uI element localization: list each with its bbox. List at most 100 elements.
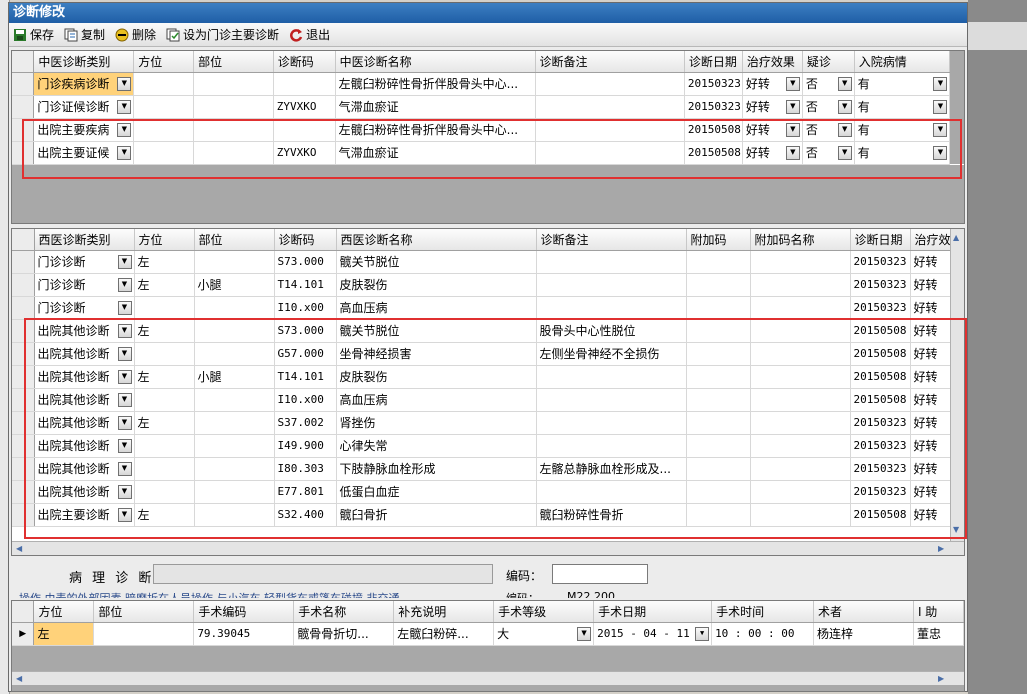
row-header[interactable] bbox=[12, 95, 35, 119]
western-name-cell[interactable]: 肾挫伤 bbox=[336, 411, 537, 435]
chevron-down-icon[interactable]: ▼ bbox=[837, 145, 852, 160]
table-row[interactable]: 出院主要证候 ▼ ZYVXKO 气滞血瘀证 20150508 好转 ▼ 否 ▼ 有 ▼ bbox=[12, 141, 964, 165]
tcm-name-cell[interactable]: 左髋臼粉碎性骨折伴股骨头中心... bbox=[335, 118, 536, 142]
row-header[interactable] bbox=[12, 342, 35, 366]
western-addcode-cell[interactable] bbox=[686, 319, 751, 343]
western-category-cell[interactable]: 出院其他诊断 ▼ bbox=[34, 457, 135, 481]
chevron-down-icon[interactable]: ▼ bbox=[117, 369, 132, 384]
table-row[interactable]: 出院其他诊断 ▼ 左 S37.002 肾挫伤 20150323 好转 bbox=[12, 411, 953, 435]
pathology-input[interactable] bbox=[153, 564, 493, 584]
western-site-cell[interactable] bbox=[194, 503, 275, 527]
tcm-admission-cell[interactable]: 有 ▼ bbox=[854, 118, 951, 142]
western-vertical-scrollbar[interactable]: ▲ ▼ bbox=[950, 229, 964, 541]
western-addcode-cell[interactable] bbox=[686, 434, 751, 458]
row-header[interactable] bbox=[12, 72, 35, 96]
tcm-effect-cell[interactable]: 好转 ▼ bbox=[742, 95, 803, 119]
western-addname-cell[interactable] bbox=[750, 388, 851, 412]
chevron-down-icon[interactable]: ▼ bbox=[785, 145, 800, 160]
western-name-cell[interactable]: 皮肤裂伤 bbox=[336, 365, 537, 389]
western-col-position[interactable]: 方位 bbox=[134, 229, 195, 251]
tcm-suspect-cell[interactable]: 否 ▼ bbox=[802, 141, 855, 165]
chevron-down-icon[interactable]: ▼ bbox=[837, 99, 852, 114]
western-col-addname[interactable]: 附加码名称 bbox=[750, 229, 851, 251]
western-col-addcode[interactable]: 附加码 bbox=[686, 229, 751, 251]
chevron-down-icon[interactable]: ▼ bbox=[117, 323, 132, 338]
table-row[interactable]: 门诊诊断 ▼ 左小腿 T14.101 皮肤裂伤 20150323 好转 bbox=[12, 273, 953, 297]
western-code-cell[interactable]: S73.000 bbox=[274, 319, 337, 343]
tcm-remark-cell[interactable] bbox=[535, 95, 685, 119]
western-position-cell[interactable]: 左 bbox=[134, 411, 195, 435]
western-col-name[interactable]: 西医诊断名称 bbox=[336, 229, 537, 251]
tcm-name-cell[interactable]: 气滞血瘀证 bbox=[335, 95, 536, 119]
western-effect-cell[interactable]: 好转 bbox=[910, 365, 953, 389]
scroll-right-icon[interactable]: ▶ bbox=[938, 674, 944, 683]
western-addname-cell[interactable] bbox=[750, 365, 851, 389]
western-remark-cell[interactable]: 股骨头中心性脱位 bbox=[536, 319, 687, 343]
tcm-col-date[interactable]: 诊断日期 bbox=[684, 51, 743, 73]
western-date-cell[interactable]: 20150508 bbox=[850, 388, 911, 412]
western-category-cell[interactable]: 出院其他诊断 ▼ bbox=[34, 365, 135, 389]
tcm-col-name[interactable]: 中医诊断名称 bbox=[335, 51, 536, 73]
western-effect-cell[interactable]: 好转 bbox=[910, 319, 953, 343]
tcm-suspect-cell[interactable]: 否 ▼ bbox=[802, 72, 855, 96]
western-remark-cell[interactable]: 左髂总静脉血栓形成及... bbox=[536, 457, 687, 481]
western-effect-cell[interactable]: 好转 bbox=[910, 273, 953, 297]
western-addcode-cell[interactable] bbox=[686, 365, 751, 389]
surgery-col-surgeon[interactable]: 术者 bbox=[813, 601, 914, 623]
western-date-cell[interactable]: 20150508 bbox=[850, 342, 911, 366]
surgery-level-cell[interactable]: 大 ▼ bbox=[493, 622, 595, 646]
surgery-note-cell[interactable]: 左髋臼粉碎... bbox=[393, 622, 495, 646]
western-addcode-cell[interactable] bbox=[686, 480, 751, 504]
save-button[interactable]: 保存 bbox=[13, 26, 54, 43]
tcm-effect-cell[interactable]: 好转 ▼ bbox=[742, 72, 803, 96]
western-addname-cell[interactable] bbox=[750, 250, 851, 274]
western-date-cell[interactable]: 20150323 bbox=[850, 480, 911, 504]
chevron-down-icon[interactable]: ▼ bbox=[117, 507, 132, 522]
table-row[interactable]: 门诊证候诊断 ▼ ZYVXKO 气滞血瘀证 20150323 好转 ▼ 否 ▼ 有 ▼ bbox=[12, 95, 964, 119]
tcm-col-suspect[interactable]: 疑诊 bbox=[802, 51, 855, 73]
chevron-down-icon[interactable]: ▼ bbox=[117, 99, 132, 114]
row-header[interactable] bbox=[12, 388, 35, 412]
western-position-cell[interactable] bbox=[134, 388, 195, 412]
western-remark-cell[interactable] bbox=[536, 388, 687, 412]
western-code-cell[interactable]: T14.101 bbox=[274, 273, 337, 297]
western-col-category[interactable]: 西医诊断类别 bbox=[34, 229, 135, 251]
tcm-date-cell[interactable]: 20150323 bbox=[684, 72, 743, 96]
western-code-cell[interactable]: I10.x00 bbox=[274, 296, 337, 320]
western-addname-cell[interactable] bbox=[750, 319, 851, 343]
tcm-position-cell[interactable] bbox=[133, 72, 195, 96]
western-category-cell[interactable]: 出院其他诊断 ▼ bbox=[34, 480, 135, 504]
tcm-suspect-cell[interactable]: 否 ▼ bbox=[802, 95, 855, 119]
table-row[interactable]: 出院其他诊断 ▼ 左 S73.000 髋关节脱位 股骨头中心性脱位 20150508 好转 bbox=[12, 319, 953, 343]
surgery-col-position[interactable]: 方位 bbox=[33, 601, 95, 623]
western-site-cell[interactable] bbox=[194, 388, 275, 412]
western-code-cell[interactable]: I49.900 bbox=[274, 434, 337, 458]
western-addname-cell[interactable] bbox=[750, 273, 851, 297]
table-row[interactable]: 门诊诊断 ▼ 左 S73.000 髋关节脱位 20150323 好转 bbox=[12, 250, 953, 274]
tcm-date-cell[interactable]: 20150508 bbox=[684, 141, 743, 165]
row-header[interactable] bbox=[12, 365, 35, 389]
western-code-cell[interactable]: S32.400 bbox=[274, 503, 337, 527]
western-effect-cell[interactable]: 好转 bbox=[910, 411, 953, 435]
surgery-col-date[interactable]: 手术日期 bbox=[593, 601, 713, 623]
tcm-site-cell[interactable] bbox=[193, 72, 274, 96]
surgery-col-site[interactable]: 部位 bbox=[93, 601, 195, 623]
tcm-admission-cell[interactable]: 有 ▼ bbox=[854, 72, 951, 96]
tcm-code-cell[interactable] bbox=[273, 72, 336, 96]
western-remark-cell[interactable] bbox=[536, 296, 687, 320]
row-header[interactable] bbox=[12, 118, 35, 142]
western-site-cell[interactable] bbox=[194, 434, 275, 458]
tcm-position-cell[interactable] bbox=[133, 141, 195, 165]
table-row[interactable]: 出院其他诊断 ▼ E77.801 低蛋白血症 20150323 好转 bbox=[12, 480, 953, 504]
tcm-code-cell[interactable] bbox=[273, 118, 336, 142]
table-row[interactable]: 出院其他诊断 ▼ I10.x00 高血压病 20150508 好转 bbox=[12, 388, 953, 412]
western-code-cell[interactable]: I10.x00 bbox=[274, 388, 337, 412]
western-date-cell[interactable]: 20150323 bbox=[850, 457, 911, 481]
surgery-col-assistant[interactable]: I 助 bbox=[913, 601, 964, 623]
chevron-down-icon[interactable]: ▼ bbox=[117, 300, 132, 315]
western-date-cell[interactable]: 20150323 bbox=[850, 434, 911, 458]
table-row[interactable]: 出院主要诊断 ▼ 左 S32.400 髋臼骨折 髋臼粉碎性骨折 20150508 好转 bbox=[12, 503, 953, 527]
western-name-cell[interactable]: 髋关节脱位 bbox=[336, 319, 537, 343]
western-site-cell[interactable] bbox=[194, 411, 275, 435]
western-position-cell[interactable] bbox=[134, 457, 195, 481]
